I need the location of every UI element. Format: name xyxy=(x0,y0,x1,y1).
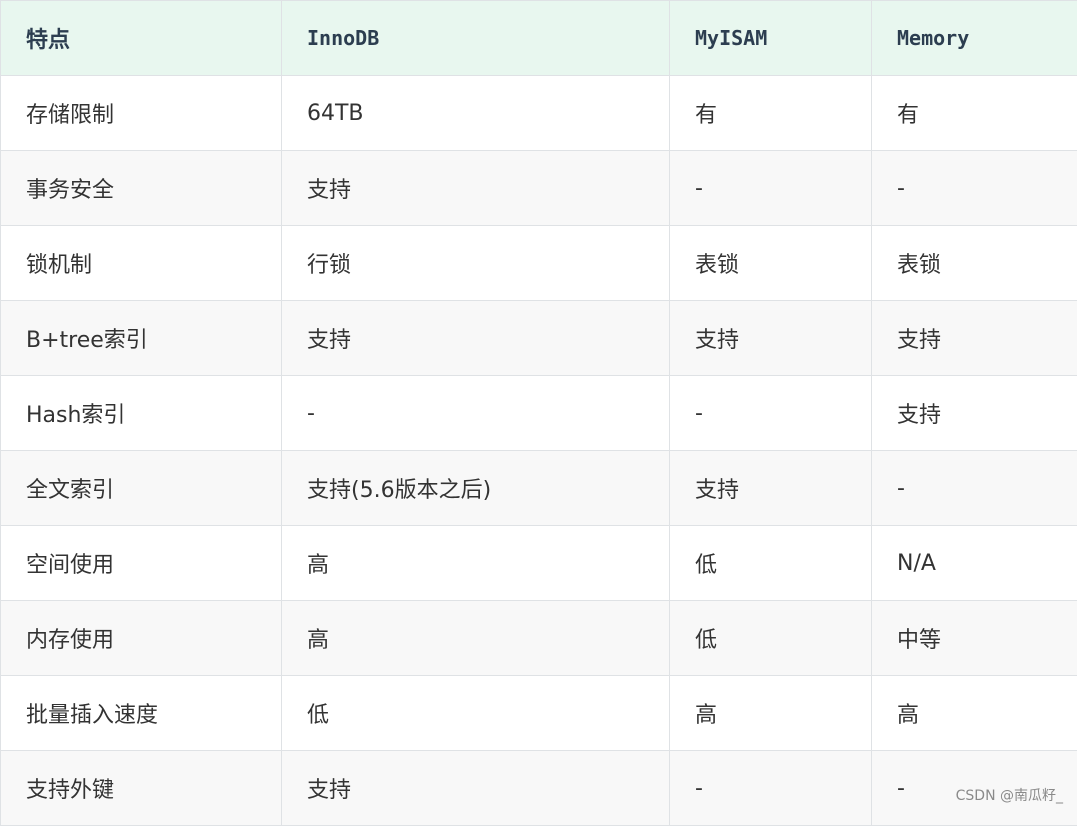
myisam-cell: - xyxy=(670,151,872,226)
innodb-cell: - xyxy=(282,376,670,451)
myisam-cell: - xyxy=(670,376,872,451)
feature-cell: 锁机制 xyxy=(1,226,282,301)
myisam-cell: 表锁 xyxy=(670,226,872,301)
myisam-cell: 低 xyxy=(670,526,872,601)
memory-cell: 有 xyxy=(872,76,1077,151)
table-row: 空间使用 高 低 N/A xyxy=(1,526,1077,601)
feature-cell: B+tree索引 xyxy=(1,301,282,376)
innodb-cell: 支持(5.6版本之后) xyxy=(282,451,670,526)
header-memory: Memory xyxy=(872,1,1077,76)
table-row: 全文索引 支持(5.6版本之后) 支持 - xyxy=(1,451,1077,526)
feature-cell: Hash索引 xyxy=(1,376,282,451)
feature-cell: 空间使用 xyxy=(1,526,282,601)
myisam-cell: 高 xyxy=(670,676,872,751)
header-feature: 特点 xyxy=(1,1,282,76)
feature-cell: 内存使用 xyxy=(1,601,282,676)
feature-cell: 事务安全 xyxy=(1,151,282,226)
memory-cell: - xyxy=(872,451,1077,526)
memory-cell: 表锁 xyxy=(872,226,1077,301)
feature-cell: 全文索引 xyxy=(1,451,282,526)
memory-cell: 中等 xyxy=(872,601,1077,676)
table-row: 锁机制 行锁 表锁 表锁 xyxy=(1,226,1077,301)
memory-cell: - xyxy=(872,151,1077,226)
innodb-cell: 低 xyxy=(282,676,670,751)
innodb-cell: 64TB xyxy=(282,76,670,151)
feature-cell: 批量插入速度 xyxy=(1,676,282,751)
table-row: 事务安全 支持 - - xyxy=(1,151,1077,226)
myisam-cell: 支持 xyxy=(670,451,872,526)
table-row: 内存使用 高 低 中等 xyxy=(1,601,1077,676)
myisam-cell: - xyxy=(670,751,872,826)
header-row: 特点 InnoDB MyISAM Memory xyxy=(1,1,1077,76)
innodb-cell: 高 xyxy=(282,601,670,676)
myisam-cell: 低 xyxy=(670,601,872,676)
innodb-cell: 支持 xyxy=(282,151,670,226)
innodb-cell: 高 xyxy=(282,526,670,601)
feature-cell: 存储限制 xyxy=(1,76,282,151)
innodb-cell: 支持 xyxy=(282,301,670,376)
table-row: Hash索引 - - 支持 xyxy=(1,376,1077,451)
myisam-cell: 有 xyxy=(670,76,872,151)
table-body: 存储限制 64TB 有 有 事务安全 支持 - - 锁机制 行锁 表锁 表锁 B… xyxy=(1,76,1077,826)
memory-cell: 高 xyxy=(872,676,1077,751)
memory-cell: N/A xyxy=(872,526,1077,601)
header-innodb: InnoDB xyxy=(282,1,670,76)
engine-comparison-table: 特点 InnoDB MyISAM Memory 存储限制 64TB 有 有 事务… xyxy=(0,0,1077,826)
memory-cell: 支持 xyxy=(872,376,1077,451)
watermark: CSDN @南瓜籽_ xyxy=(956,785,1063,805)
memory-cell: 支持 xyxy=(872,301,1077,376)
header-myisam: MyISAM xyxy=(670,1,872,76)
table-header: 特点 InnoDB MyISAM Memory xyxy=(1,1,1077,76)
innodb-cell: 行锁 xyxy=(282,226,670,301)
innodb-cell: 支持 xyxy=(282,751,670,826)
table-row: 批量插入速度 低 高 高 xyxy=(1,676,1077,751)
table-row: B+tree索引 支持 支持 支持 xyxy=(1,301,1077,376)
myisam-cell: 支持 xyxy=(670,301,872,376)
feature-cell: 支持外键 xyxy=(1,751,282,826)
table-row: 支持外键 支持 - - xyxy=(1,751,1077,826)
table-row: 存储限制 64TB 有 有 xyxy=(1,76,1077,151)
